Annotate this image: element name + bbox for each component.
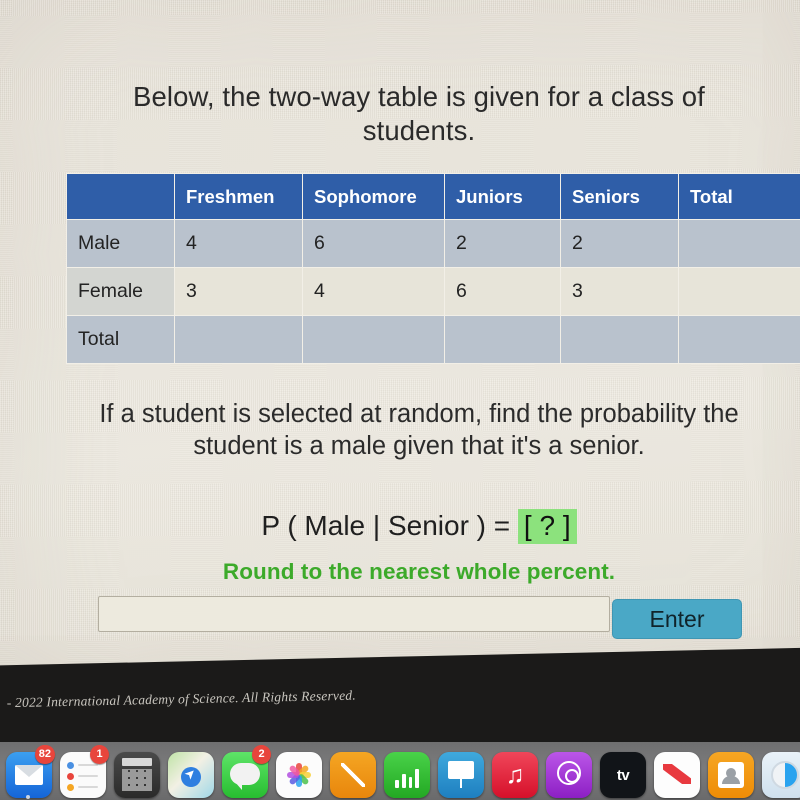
table-row-female: Female 3 4 6 3	[66, 267, 800, 316]
answer-input[interactable]	[98, 596, 610, 632]
photographed-screen: Below, the two-way table is given for a …	[0, 0, 800, 800]
dock-item-calculator[interactable]	[112, 748, 162, 798]
cell-male-freshmen: 4	[174, 219, 303, 268]
column-header-juniors: Juniors	[444, 173, 561, 220]
dock-item-music[interactable]: ♫	[490, 748, 540, 798]
cell-male-total	[678, 219, 800, 268]
dock-item-pages[interactable]	[328, 748, 378, 798]
dock-item-safari[interactable]	[760, 748, 800, 798]
row-header-male: Male	[66, 219, 175, 268]
dock-item-reminders[interactable]: 1	[58, 745, 109, 798]
cell-total-freshmen	[174, 315, 303, 364]
row-header-female: Female	[66, 267, 175, 316]
table-row-male: Male 4 6 2 2	[66, 219, 800, 268]
row-header-total: Total	[66, 315, 175, 364]
table-header-row: Freshmen Sophomore Juniors Seniors Total	[66, 173, 800, 220]
cell-total-seniors	[560, 315, 679, 364]
column-header-freshmen: Freshmen	[174, 173, 303, 220]
cell-male-juniors: 2	[444, 219, 561, 268]
question-text: If a student is selected at random, find…	[99, 400, 739, 461]
dock-item-apple-tv[interactable]: tv	[598, 748, 648, 798]
lesson-content: Below, the two-way table is given for a …	[14, 10, 800, 690]
answer-blank-placeholder: [ ? ]	[517, 509, 577, 544]
reminders-badge: 1	[90, 745, 109, 764]
apple-tv-label: tv	[616, 766, 630, 784]
column-header-sophomore: Sophomore	[302, 173, 445, 220]
probability-expression: P ( Male | Senior ) =	[261, 510, 511, 541]
keynote-icon	[438, 752, 484, 798]
cell-male-sophomore: 6	[302, 219, 445, 268]
footer-copyright: - 2022 International Academy of Science.…	[6, 687, 357, 711]
cell-female-sophomore: 4	[302, 267, 445, 316]
cell-female-juniors: 6	[444, 267, 561, 316]
maps-icon	[168, 752, 214, 798]
podcasts-icon	[546, 752, 592, 798]
two-way-table: Freshmen Sophomore Juniors Seniors Total…	[66, 173, 800, 364]
dock-item-podcasts[interactable]	[544, 748, 594, 798]
dock-item-maps[interactable]	[166, 748, 216, 798]
numbers-icon	[384, 752, 430, 798]
cell-female-seniors: 3	[560, 267, 679, 316]
contacts-icon	[708, 752, 754, 798]
cell-total-total	[678, 315, 800, 364]
table-header: Freshmen Sophomore Juniors Seniors Total	[66, 173, 800, 220]
dock-item-numbers[interactable]	[382, 748, 432, 798]
mail-badge: 82	[34, 745, 55, 764]
photos-icon	[276, 752, 322, 798]
cell-total-sophomore	[302, 315, 445, 364]
column-header-seniors: Seniors	[560, 173, 679, 220]
answer-row: Enter	[98, 596, 744, 639]
table-row-total: Total	[66, 315, 800, 364]
dock-item-keynote[interactable]	[436, 748, 486, 798]
enter-button[interactable]: Enter	[612, 599, 742, 639]
rounding-instruction: Round to the nearest whole percent.	[222, 559, 616, 584]
cell-total-juniors	[444, 315, 561, 364]
probability-expression-line: P ( Male | Senior ) = [ ? ]	[72, 509, 766, 544]
cell-male-seniors: 2	[560, 219, 679, 268]
cell-female-freshmen: 3	[174, 267, 303, 316]
messages-badge: 2	[252, 745, 271, 764]
dock-item-photos[interactable]	[274, 748, 324, 798]
dock-item-contacts[interactable]	[706, 748, 756, 798]
dock-item-news[interactable]	[652, 748, 702, 798]
column-header-total: Total	[678, 173, 800, 220]
cell-female-total	[678, 267, 800, 316]
table-body: Male 4 6 2 2 Female 3 4 6 3 Total	[66, 219, 800, 364]
dock-running-indicator	[26, 795, 30, 799]
dock-item-messages[interactable]: 2	[220, 745, 271, 798]
apple-tv-icon: tv	[600, 752, 646, 798]
safari-icon	[762, 752, 800, 798]
news-icon	[654, 752, 700, 798]
table-corner-cell	[66, 173, 175, 220]
calculator-icon	[114, 752, 160, 798]
macos-dock[interactable]: 82 1 2	[0, 742, 800, 800]
page-title: Below, the two-way table is given for a …	[133, 81, 705, 146]
music-icon: ♫	[492, 752, 538, 798]
dock-item-mail[interactable]: 82	[4, 745, 55, 799]
pages-icon	[330, 752, 376, 798]
